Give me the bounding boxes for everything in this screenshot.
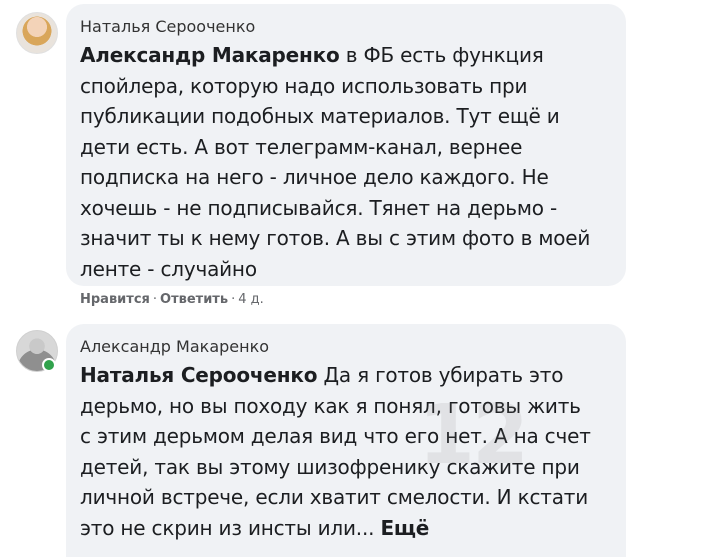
comment-text-line: детей, так вы этому шизофренику скажите … (80, 454, 580, 479)
separator: · (152, 292, 158, 307)
comment-text-line: значит ты к нему готов. А вы с этим фото… (80, 226, 591, 250)
separator: · (231, 292, 236, 307)
comment-text-line: хочешь - не подписывайся. Тянет на дерьм… (80, 195, 557, 220)
comment-author[interactable]: Наталья Серооченко (80, 14, 612, 40)
comment-text: Александр Макаренко в ФБ есть функция спо… (80, 40, 612, 284)
comment-text-line: в ФБ есть функция (339, 43, 544, 67)
comment-author[interactable]: Александр Макаренко (80, 334, 612, 360)
comment-timestamp[interactable]: 4 д. (238, 292, 264, 307)
comment-bubble: Наталья Серооченко Александр Макаренко в… (66, 4, 626, 286)
reply-button[interactable]: Ответить (160, 292, 228, 307)
mention-link[interactable]: Александр Макаренко (80, 43, 340, 67)
comment-actions: Нравится · Ответить · 4 д. (80, 290, 264, 310)
comment-text-line: личной встрече, если хватит смелости. И … (80, 485, 589, 509)
mention-link[interactable]: Наталья Серооченко (80, 363, 317, 387)
see-more-button[interactable]: Ещё (380, 516, 429, 540)
online-status-indicator (42, 358, 56, 372)
comment-text-line: Да я готов убирать это (317, 363, 564, 387)
comment-text-line: дети есть. А вот телеграмм-канал, вернее (80, 134, 523, 159)
comment-text-line: с этим дерьмом делая вид что его нет. А … (80, 424, 591, 448)
like-button[interactable]: Нравится (80, 292, 150, 307)
comment-text-line: публикации подобных материалов. Тут ещё … (80, 104, 560, 128)
comment-text: Наталья Серооченко Да я готов убирать эт… (80, 360, 612, 543)
comment-text-line: это не скрин из инсты или... (80, 515, 381, 540)
comment-bubble: Александр Макаренко Наталья Серооченко Д… (66, 324, 626, 557)
comment-text-line: спойлера, которую надо использовать при (80, 73, 528, 98)
avatar[interactable] (16, 12, 58, 54)
comment-text-line: дерьмо, но вы походу как я понял, готовы… (80, 393, 581, 418)
comment-text-line: ленте - случайно (80, 256, 257, 281)
comment-text-line: подписка на него - личное дело каждого. … (80, 165, 549, 189)
